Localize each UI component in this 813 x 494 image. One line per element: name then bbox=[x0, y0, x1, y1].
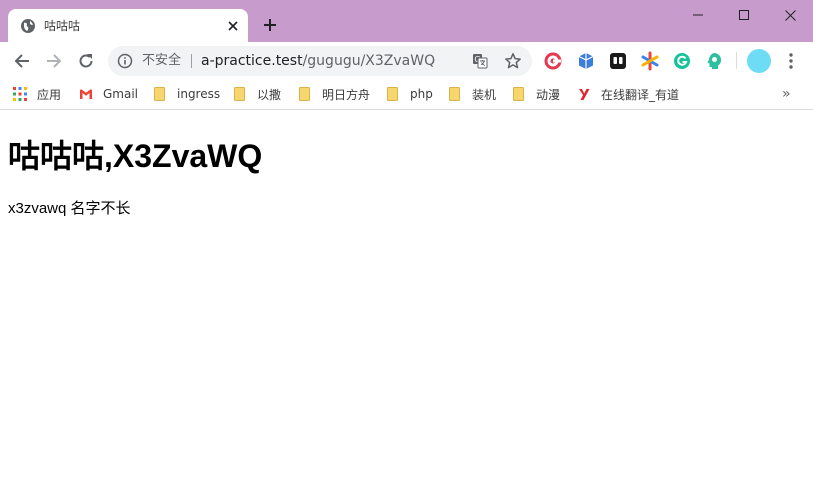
plus-icon bbox=[264, 19, 276, 31]
bookmark-label: Gmail bbox=[103, 87, 139, 101]
forward-button[interactable] bbox=[41, 48, 67, 74]
folder-icon bbox=[387, 87, 398, 101]
page-text: x3zvawq 名字不长 bbox=[8, 200, 131, 217]
bookmark-apps[interactable]: 应用 bbox=[13, 84, 61, 104]
folder-icon bbox=[234, 87, 245, 101]
bookmark-label: php bbox=[410, 87, 433, 101]
close-icon bbox=[784, 9, 796, 21]
bookmarks-overflow-button[interactable]: » bbox=[782, 86, 791, 102]
globe-icon bbox=[21, 19, 35, 33]
browser-titlebar: 咕咕咕 bbox=[0, 0, 813, 42]
extension-green-head-icon[interactable] bbox=[704, 51, 724, 71]
folder-icon bbox=[449, 87, 460, 101]
window-minimize-button[interactable] bbox=[675, 0, 721, 30]
grammarly-icon[interactable] bbox=[672, 51, 692, 71]
bookmark-folder-pc-build[interactable]: 装机 bbox=[449, 84, 496, 104]
bookmark-star-icon[interactable] bbox=[504, 52, 522, 70]
extension-dark-square-icon[interactable] bbox=[608, 51, 628, 71]
arrow-right-icon bbox=[47, 54, 62, 68]
bookmark-folder-php[interactable]: php bbox=[387, 84, 433, 104]
window-maximize-button[interactable] bbox=[721, 0, 767, 30]
more-vertical-icon bbox=[789, 53, 793, 69]
bookmark-gmail[interactable]: Gmail bbox=[79, 84, 138, 104]
youdao-icon bbox=[579, 89, 590, 100]
close-icon bbox=[228, 21, 238, 31]
bookmarks-bar: 应用 Gmail ingress 以撒 明日方舟 php 装机 动漫 在线翻译_… bbox=[0, 79, 813, 110]
bookmark-label: 应用 bbox=[37, 87, 62, 102]
reload-icon bbox=[79, 54, 93, 68]
window-close-button[interactable] bbox=[767, 0, 813, 30]
url-text[interactable]: a-practice.test/gugugu/X3ZvaWQ bbox=[201, 52, 435, 70]
bookmark-youdao[interactable]: 在线翻译_有道 bbox=[577, 84, 679, 104]
folder-icon bbox=[154, 87, 165, 101]
bookmark-folder-anime[interactable]: 动漫 bbox=[513, 84, 560, 104]
page-content: 咕咕咕,X3ZvaWQ x3zvawq 名字不长 bbox=[0, 111, 813, 494]
extension-asterisk-icon[interactable] bbox=[640, 51, 660, 71]
bookmark-folder-arknights[interactable]: 明日方舟 bbox=[299, 84, 370, 104]
folder-icon bbox=[513, 87, 524, 101]
toolbar-separator bbox=[736, 52, 737, 69]
url-host: a-practice.test bbox=[201, 53, 303, 69]
bookmark-label: ingress bbox=[177, 87, 221, 101]
reload-button[interactable] bbox=[73, 48, 99, 74]
apps-grid-icon bbox=[13, 87, 27, 101]
browser-toolbar: 不安全 a-practice.test/gugugu/X3ZvaWQ G bbox=[0, 42, 813, 79]
address-bar[interactable]: 不安全 a-practice.test/gugugu/X3ZvaWQ G bbox=[108, 46, 532, 76]
extension-red-circle-icon[interactable] bbox=[543, 51, 563, 71]
bookmark-label: 动漫 bbox=[536, 87, 561, 102]
tab-title: 咕咕咕 bbox=[44, 19, 81, 33]
bookmark-label: 在线翻译_有道 bbox=[601, 87, 680, 102]
maximize-icon bbox=[739, 10, 749, 20]
gmail-icon bbox=[80, 89, 92, 99]
arrow-left-icon bbox=[14, 54, 29, 68]
security-label[interactable]: 不安全 bbox=[142, 52, 181, 70]
profile-avatar[interactable] bbox=[747, 49, 771, 73]
menu-button[interactable] bbox=[781, 50, 801, 72]
browser-tab[interactable]: 咕咕咕 bbox=[8, 9, 248, 42]
new-tab-button[interactable] bbox=[259, 14, 281, 36]
info-icon[interactable] bbox=[117, 53, 133, 69]
bookmark-label: 明日方舟 bbox=[322, 87, 371, 102]
tab-close-button[interactable] bbox=[224, 17, 242, 35]
folder-icon bbox=[299, 87, 310, 101]
back-button[interactable] bbox=[9, 48, 35, 74]
extension-blue-cube-icon[interactable] bbox=[576, 51, 596, 71]
minimize-icon bbox=[693, 14, 703, 16]
bookmark-label: 装机 bbox=[472, 87, 497, 102]
bookmark-folder-ingress[interactable]: ingress bbox=[154, 84, 220, 104]
omnibox-divider bbox=[191, 54, 192, 68]
url-path: /gugugu/X3ZvaWQ bbox=[302, 53, 436, 69]
page-title: 咕咕咕,X3ZvaWQ bbox=[8, 138, 263, 174]
bookmark-label: 以撒 bbox=[257, 87, 282, 102]
translate-icon[interactable]: G bbox=[472, 53, 488, 69]
bookmark-folder-isaac[interactable]: 以撒 bbox=[234, 84, 281, 104]
